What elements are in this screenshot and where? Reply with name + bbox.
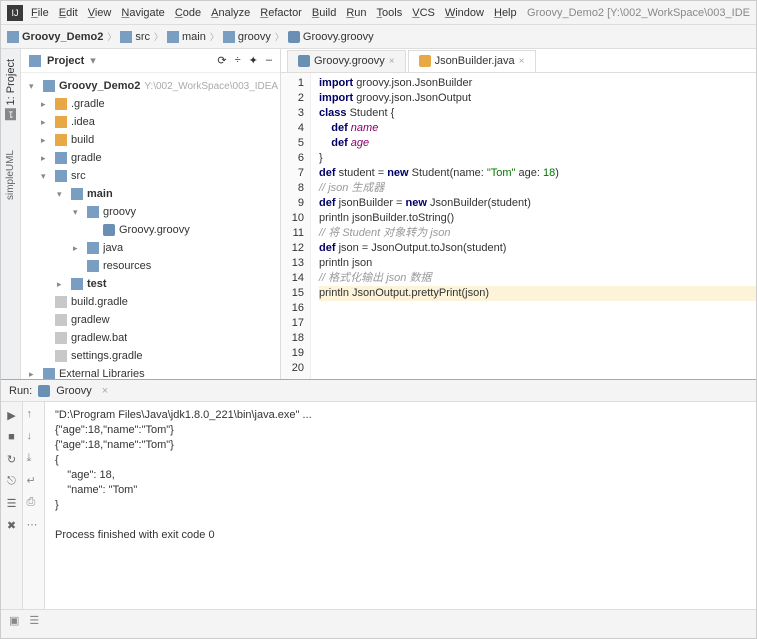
menu-refactor[interactable]: Refactor bbox=[260, 7, 302, 19]
menu-window[interactable]: Window bbox=[445, 7, 484, 19]
statusbar: ▣☰ bbox=[1, 609, 756, 631]
tree-item[interactable]: gradlew.bat bbox=[21, 329, 280, 347]
tree-item[interactable]: ▸test bbox=[21, 275, 280, 293]
run-tool-button[interactable]: ☰ bbox=[5, 496, 19, 510]
menu-run[interactable]: Run bbox=[346, 7, 366, 19]
run-tool-button[interactable]: ↑ bbox=[27, 408, 41, 422]
line-gutter: 1234567891011121314151617181920 bbox=[281, 73, 311, 379]
dropdown-icon[interactable]: ▾ bbox=[90, 54, 96, 67]
breadcrumb-item[interactable]: Groovy.groovy bbox=[288, 31, 374, 43]
tree-item[interactable]: Groovy.groovy bbox=[21, 221, 280, 239]
ide-logo-icon: IJ bbox=[7, 5, 23, 21]
tree-item[interactable]: ▸External Libraries bbox=[21, 365, 280, 379]
close-icon[interactable]: × bbox=[519, 56, 525, 67]
tree-item[interactable]: ▸java bbox=[21, 239, 280, 257]
run-toolbar-left: ▶ ■ ↻ ⎋ ☰ ✖ bbox=[1, 402, 23, 609]
menu-file[interactable]: File bbox=[31, 7, 49, 19]
run-tool-button[interactable]: ⎋ bbox=[5, 474, 19, 488]
editor-tab[interactable]: Groovy.groovy× bbox=[287, 50, 406, 72]
run-label: Run: bbox=[9, 385, 32, 397]
tree-item[interactable]: ▾groovy bbox=[21, 203, 280, 221]
tree-item[interactable]: ▾Groovy_Demo2 Y:\002_WorkSpace\003_IDEA bbox=[21, 77, 280, 95]
editor-tab[interactable]: JsonBuilder.java× bbox=[408, 50, 536, 72]
project-icon bbox=[29, 55, 41, 67]
tab-simpleuml[interactable]: simpleUML bbox=[5, 150, 16, 200]
menu-analyze[interactable]: Analyze bbox=[211, 7, 250, 19]
console-output[interactable]: "D:\Program Files\Java\jdk1.8.0_221\bin\… bbox=[45, 402, 756, 609]
project-tool-button[interactable]: – bbox=[266, 54, 272, 67]
run-tool-button[interactable]: ↻ bbox=[5, 452, 19, 466]
tree-item[interactable]: ▸.idea bbox=[21, 113, 280, 131]
groovy-icon bbox=[38, 385, 50, 397]
project-tool-button[interactable]: ÷ bbox=[235, 54, 241, 67]
breadcrumb-item[interactable]: groovy bbox=[223, 31, 271, 43]
menu-edit[interactable]: Edit bbox=[59, 7, 78, 19]
breadcrumb-project[interactable]: Groovy_Demo2 bbox=[7, 31, 103, 43]
project-panel: Project ▾ ⟳ ÷ ✦– ▾Groovy_Demo2 Y:\002_Work… bbox=[21, 49, 281, 379]
breadcrumb-item[interactable]: src bbox=[120, 31, 150, 43]
run-tool-button[interactable]: ↓ bbox=[27, 430, 41, 444]
run-config-name: Groovy bbox=[56, 385, 91, 397]
close-icon[interactable]: × bbox=[102, 385, 108, 397]
menu-build[interactable]: Build bbox=[312, 7, 336, 19]
run-tool-button[interactable]: ↵ bbox=[27, 474, 41, 488]
tab-project[interactable]: 1 1: Project bbox=[5, 59, 17, 120]
menu-view[interactable]: View bbox=[88, 7, 112, 19]
tree-item[interactable]: ▸build bbox=[21, 131, 280, 149]
run-tool-button[interactable]: ⋯ bbox=[27, 518, 41, 532]
status-icon[interactable]: ☰ bbox=[29, 614, 39, 627]
tree-item[interactable]: ▾src bbox=[21, 167, 280, 185]
menu-code[interactable]: Code bbox=[175, 7, 201, 19]
window-title: Groovy_Demo2 [Y:\002_WorkSpace\003_IDE bbox=[527, 7, 750, 19]
menu-help[interactable]: Help bbox=[494, 7, 517, 19]
run-tool-button[interactable]: ✖ bbox=[5, 518, 19, 532]
run-tool-button[interactable]: ⤓ bbox=[27, 452, 41, 466]
breadcrumb-item[interactable]: main bbox=[167, 31, 206, 43]
run-toolbar-inner: ↑ ↓ ⤓ ↵ ⎙ ⋯ bbox=[23, 402, 45, 609]
project-tree: ▾Groovy_Demo2 Y:\002_WorkSpace\003_IDEA▸… bbox=[21, 73, 280, 379]
source-code[interactable]: import groovy.json.JsonBuilderimport gro… bbox=[311, 73, 756, 379]
breadcrumb: Groovy_Demo2 〉src〉main〉groovy〉Groovy.gro… bbox=[1, 25, 756, 49]
close-icon[interactable]: × bbox=[389, 56, 395, 67]
run-panel: Run: Groovy × ▶ ■ ↻ ⎋ ☰ ✖ ↑ ↓ ⤓ ↵ ⎙ ⋯ "D:\Program … bbox=[1, 379, 756, 609]
menu-tools[interactable]: Tools bbox=[377, 7, 403, 19]
tree-item[interactable]: ▾main bbox=[21, 185, 280, 203]
tree-item[interactable]: gradlew bbox=[21, 311, 280, 329]
run-tool-button[interactable]: ▶ bbox=[5, 408, 19, 422]
menu-vcs[interactable]: VCS bbox=[412, 7, 435, 19]
editor: Groovy.groovy×JsonBuilder.java× 12345678… bbox=[281, 49, 756, 379]
menubar: IJ File Edit View Navigate Code Analyze Refact… bbox=[1, 1, 756, 25]
project-panel-title: Project bbox=[47, 55, 84, 67]
menu-navigate[interactable]: Navigate bbox=[121, 7, 164, 19]
project-tool-button[interactable]: ✦ bbox=[249, 54, 258, 67]
editor-tabs: Groovy.groovy×JsonBuilder.java× bbox=[281, 49, 756, 73]
run-tool-button[interactable]: ■ bbox=[5, 430, 19, 444]
left-tool-tabs: 1 1: Project simpleUML bbox=[1, 49, 21, 379]
tree-item[interactable]: resources bbox=[21, 257, 280, 275]
project-tool-button[interactable]: ⟳ bbox=[217, 54, 226, 67]
tree-item[interactable]: ▸.gradle bbox=[21, 95, 280, 113]
tree-item[interactable]: build.gradle bbox=[21, 293, 280, 311]
run-tool-button[interactable]: ⎙ bbox=[27, 496, 41, 510]
tree-item[interactable]: settings.gradle bbox=[21, 347, 280, 365]
status-icon[interactable]: ▣ bbox=[9, 614, 19, 627]
tree-item[interactable]: ▸gradle bbox=[21, 149, 280, 167]
